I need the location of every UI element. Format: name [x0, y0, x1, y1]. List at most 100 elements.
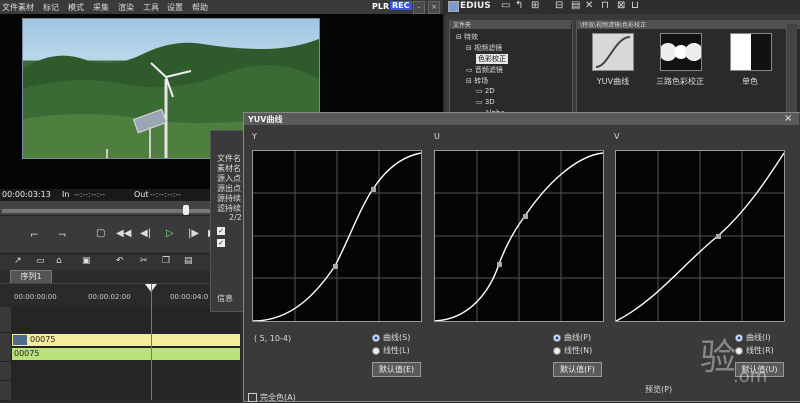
close-icon[interactable]: × [428, 1, 440, 14]
y-curve-plot[interactable] [252, 150, 422, 322]
radio-selected-icon [372, 333, 380, 342]
checkbox-icon [248, 393, 257, 402]
paste-icon[interactable]: ▤ [184, 256, 193, 266]
current-timecode: 00:00:03:13 [2, 190, 51, 199]
v-linear-radio[interactable]: 线性(R) [735, 345, 774, 356]
play-icon[interactable]: ▷ [166, 228, 174, 239]
layout-icon[interactable]: ⊟ [555, 0, 563, 11]
y-linear-radio[interactable]: 线性(L) [372, 345, 410, 356]
menu-file[interactable]: 文件 [2, 2, 18, 13]
menu-settings[interactable]: 设置 [167, 2, 183, 13]
file-info-panel: 文件名 素材名 源入点 源出点 源持续 滤持续 2/2 ✓ ✓ 信息 [210, 130, 247, 312]
effects-scrollbar[interactable] [786, 24, 797, 114]
video-clip[interactable]: 00075 [12, 334, 240, 346]
radio-icon [735, 346, 743, 355]
menu-render[interactable]: 渲染 [118, 2, 134, 13]
rec-mode-label[interactable]: REC [390, 1, 412, 10]
open-icon[interactable]: ⌂ [56, 256, 62, 266]
track-header-v1[interactable] [0, 307, 11, 333]
out-timecode: --:--:--:-- [150, 190, 182, 199]
folder-icon[interactable]: ▭ [501, 0, 510, 11]
tree-item-audio-filters[interactable]: ▭ 音频滤镜 [466, 65, 503, 75]
three-way-color-thumbnail-icon[interactable] [659, 33, 703, 71]
track-header-t[interactable] [0, 362, 11, 381]
v-curve-radio[interactable]: 曲线(I) [735, 332, 771, 343]
curve-control-point[interactable] [523, 214, 528, 219]
preview-label: 预览(P) [645, 385, 673, 394]
tree-item-transitions[interactable]: ⊟ 转场 [466, 76, 488, 86]
timeline-ruler[interactable]: 00:00:00:00 00:00:02:00 00:00:04:0 [0, 283, 240, 309]
cut-icon[interactable]: ✂ [140, 256, 148, 266]
save-icon[interactable]: ▣ [82, 256, 91, 266]
set-out-icon[interactable]: ¬ [58, 230, 66, 241]
ruler-mark-0: 00:00:00:00 [14, 293, 57, 301]
grid-icon[interactable]: ⊠ [617, 0, 625, 11]
menu-help[interactable]: 帮助 [192, 2, 208, 13]
stop-icon[interactable]: ▢ [96, 228, 105, 239]
dialog-title: YUV曲线 [248, 115, 283, 124]
menu-capture[interactable]: 采集 [93, 2, 109, 13]
copy-icon[interactable]: ❐ [162, 256, 170, 266]
set-in-icon[interactable]: ⌐ [30, 230, 38, 241]
menu-tools[interactable]: 工具 [143, 2, 159, 13]
apply-icon[interactable]: ▤ [571, 0, 580, 11]
u-linear-radio[interactable]: 线性(N) [553, 345, 592, 356]
watermark-logo: 验 [700, 337, 737, 378]
delete-icon[interactable]: ✕ [585, 0, 593, 11]
tree-item-effects[interactable]: ⊟ 特效 [456, 32, 478, 42]
new-sequence-icon[interactable]: ▭ [36, 256, 45, 266]
all-channels-checkbox[interactable]: 完全色(A) [248, 392, 296, 403]
minimize-icon[interactable]: – [413, 1, 425, 14]
curve-control-point[interactable] [333, 264, 338, 269]
step-forward-icon[interactable]: |▶ [188, 228, 199, 239]
tree-icon[interactable]: ⊞ [531, 0, 539, 11]
watermark-domain: .om [733, 366, 768, 387]
folder-tree-header: 文件夹 [449, 20, 571, 29]
checkbox-icon[interactable]: ✓ [217, 227, 225, 235]
monochrome-thumbnail-icon[interactable] [730, 33, 772, 71]
radio-icon [372, 346, 380, 355]
tree-item-video-filters[interactable]: ⊟ 视频滤镜 [466, 43, 502, 53]
y-curve-radio[interactable]: 曲线(S) [372, 332, 410, 343]
tree-item-color-correction[interactable]: 色彩校正 [476, 54, 508, 64]
u-curve-plot[interactable] [434, 150, 604, 322]
v-curve-plot[interactable] [615, 150, 785, 322]
split-icon[interactable]: ⊓ [601, 0, 609, 11]
menu-mode[interactable]: 模式 [68, 2, 84, 13]
playhead-line [151, 284, 152, 400]
step-back-icon[interactable]: ◀| [140, 228, 151, 239]
info-page-indicator: 2/2 [229, 213, 242, 222]
y-default-button[interactable]: 默认值(E) [372, 362, 421, 377]
rewind-icon[interactable]: ◀◀ [116, 228, 131, 239]
curve-control-point[interactable] [371, 187, 376, 192]
plr-mode-label[interactable]: PLR [372, 2, 389, 11]
tree-item-2d[interactable]: ▭ 2D [476, 87, 495, 95]
u-curve-radio[interactable]: 曲线(P) [553, 332, 591, 343]
curve-control-point[interactable] [716, 234, 721, 239]
scrub-handle[interactable] [183, 205, 189, 215]
dialog-titlebar[interactable] [244, 113, 799, 125]
radio-selected-icon [553, 333, 561, 342]
menu-clip[interactable]: 素材 [18, 2, 34, 13]
yuv-curve-thumbnail-icon[interactable] [592, 33, 634, 71]
audio-clip[interactable]: 00075 [12, 348, 240, 360]
effect-label-three-way[interactable]: 三路色彩校正 [648, 76, 712, 87]
track-header-a[interactable] [0, 381, 11, 401]
effects-toolbar: EDIUS ▭ ↰ ⊞ ⊟ ▤ ✕ ⊓ ⊠ ⊔ [445, 0, 800, 14]
info-footer: 信息 [217, 294, 233, 303]
up-icon[interactable]: ↰ [515, 0, 523, 11]
u-default-button[interactable]: 默认值(F) [553, 362, 602, 377]
undo-icon[interactable]: ↶ [116, 256, 124, 266]
sequence-tab[interactable]: 序列1 [10, 270, 52, 284]
effects-path: \特效\视频滤镜\色彩校正 [576, 20, 800, 29]
lock-icon[interactable]: ⊔ [631, 0, 639, 11]
menu-marker[interactable]: 标记 [43, 2, 59, 13]
dialog-close-icon[interactable]: × [784, 113, 792, 124]
track-header-va[interactable] [0, 333, 11, 362]
effect-label-mono[interactable]: 单色 [730, 76, 770, 87]
curve-control-point[interactable] [497, 262, 502, 267]
effect-label-yuv[interactable]: YUV曲线 [588, 76, 638, 87]
tree-item-3d[interactable]: ▭ 3D [476, 98, 495, 106]
arrow-icon[interactable]: ↗ [14, 256, 22, 266]
checkbox-icon[interactable]: ✓ [217, 239, 225, 247]
